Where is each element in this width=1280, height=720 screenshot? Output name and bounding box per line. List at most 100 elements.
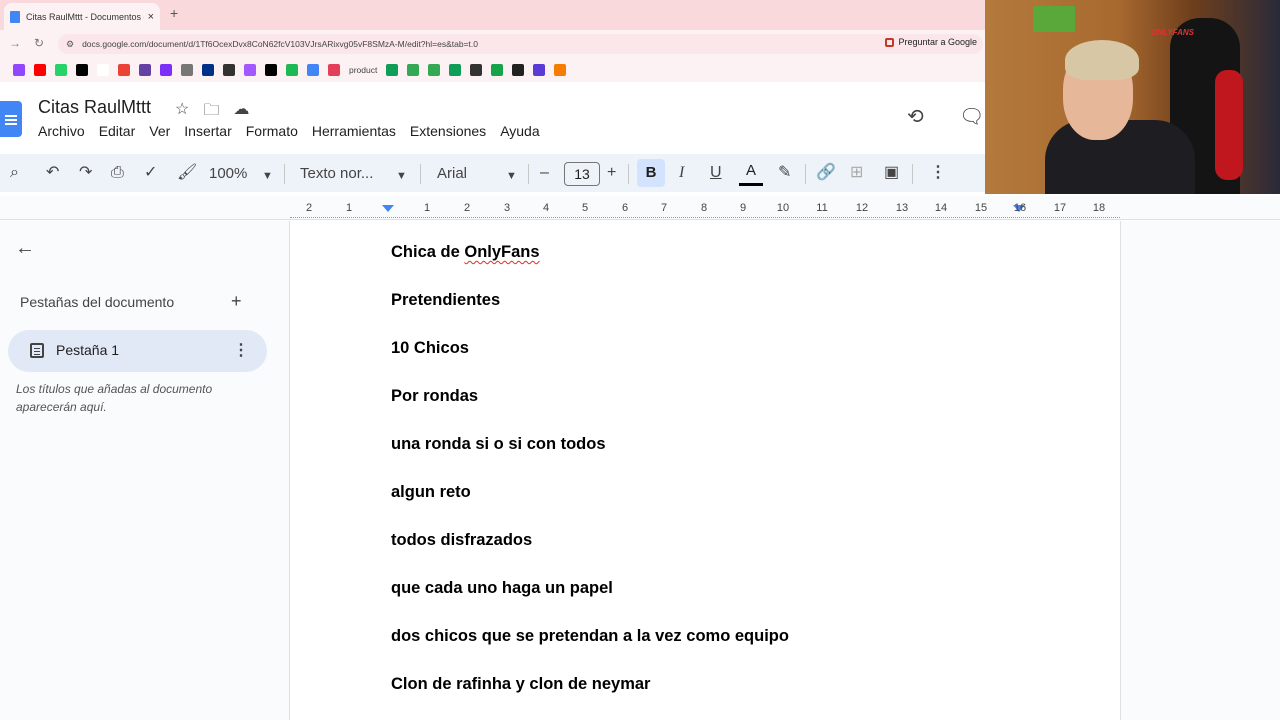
document-line[interactable]: algun reto — [391, 483, 789, 531]
menu-item-4[interactable]: Formato — [246, 123, 298, 139]
highlight-icon[interactable]: ✎ — [778, 164, 791, 182]
document-line[interactable]: dos chicos que se pretendan a la vez com… — [391, 627, 789, 675]
menu-item-0[interactable]: Archivo — [38, 123, 85, 139]
bookmark-icon[interactable] — [470, 64, 483, 76]
forward-icon[interactable]: → — [9, 36, 21, 50]
bookmark-icon[interactable] — [554, 64, 567, 76]
misspelled-word[interactable]: OnlyFans — [464, 243, 539, 261]
comments-icon[interactable]: 🗨 — [959, 104, 984, 129]
version-history-icon[interactable]: ⟲ — [907, 104, 924, 129]
bookmark-icon[interactable] — [328, 64, 340, 76]
bookmark-label[interactable]: product — [349, 65, 377, 75]
star-icon[interactable]: ☆ — [175, 99, 189, 126]
menu-item-5[interactable]: Herramientas — [312, 123, 396, 139]
new-tab-button[interactable]: + — [170, 5, 178, 21]
underline-button[interactable]: U — [710, 164, 722, 182]
toolbar: ⌕ ↶ ↷ ⎙ ✓ 🖌 100% ▼ Texto nor... ▼ Arial … — [0, 154, 985, 192]
document-line[interactable]: una ronda si o si con todos — [391, 435, 789, 483]
close-tab-icon[interactable]: × — [148, 11, 154, 23]
insert-image-icon[interactable]: ▣ — [884, 164, 899, 182]
bookmark-icon[interactable] — [202, 64, 214, 76]
document-page[interactable]: Chica de OnlyFans Pretendientes 10 Chicos… — [289, 221, 1121, 720]
bookmark-icon[interactable] — [223, 64, 235, 76]
bookmark-icon[interactable] — [181, 64, 193, 76]
add-comment-icon[interactable]: ⊞ — [850, 164, 863, 182]
docs-logo-icon[interactable] — [0, 101, 22, 137]
bookmark-icon[interactable] — [428, 64, 441, 76]
bookmark-icon[interactable] — [244, 64, 256, 76]
bookmark-icon[interactable] — [449, 64, 462, 76]
document-line[interactable]: 10 Chicos — [391, 339, 789, 387]
toolbar-divider — [284, 164, 285, 184]
bookmark-icon[interactable] — [55, 64, 67, 76]
font-size-input[interactable]: 13 — [564, 162, 600, 186]
menu-item-6[interactable]: Extensiones — [410, 123, 486, 139]
ask-google-button[interactable]: Preguntar a Google — [885, 37, 977, 47]
spellcheck-icon[interactable]: ✓ — [144, 164, 157, 182]
bookmark-icon[interactable] — [160, 64, 172, 76]
browser-tab[interactable]: Citas RaulMttt - Documentos de Google × — [4, 3, 160, 30]
bookmark-icon[interactable] — [139, 64, 151, 76]
style-select[interactable]: Texto nor... — [300, 165, 373, 182]
document-line[interactable]: Pretendientes — [391, 291, 789, 339]
search-menus-icon[interactable]: ⌕ — [10, 164, 19, 182]
document-tab-item[interactable]: Pestaña 1 ⋮ — [8, 330, 267, 372]
paint-format-icon[interactable]: 🖌 — [177, 164, 197, 182]
font-select[interactable]: Arial — [437, 165, 467, 182]
tab-options-icon[interactable]: ⋮ — [233, 340, 249, 360]
back-arrow-icon[interactable]: ← — [15, 237, 35, 260]
toolbar-divider — [528, 164, 529, 184]
bookmark-icon[interactable] — [76, 64, 88, 76]
reload-icon[interactable]: ↻ — [34, 36, 44, 50]
italic-button[interactable]: I — [679, 164, 684, 182]
bookmark-icon[interactable] — [118, 64, 130, 76]
bookmarks-bar: product — [0, 58, 985, 82]
document-title[interactable]: Citas RaulMttt — [38, 97, 151, 118]
decrease-font-size-button[interactable]: – — [540, 164, 549, 182]
bookmark-icon[interactable] — [533, 64, 546, 76]
bookmark-icon[interactable] — [386, 64, 399, 76]
bookmark-icon[interactable] — [34, 64, 46, 76]
cloud-saved-icon[interactable]: ☁ — [233, 99, 249, 126]
site-info-icon[interactable]: ⚙ — [66, 39, 74, 50]
style-dropdown-icon[interactable]: ▼ — [396, 167, 407, 185]
bookmark-icon[interactable] — [97, 64, 109, 76]
ruler-label: 12 — [855, 202, 869, 214]
document-line[interactable]: Chica de OnlyFans — [391, 243, 789, 291]
menu-item-2[interactable]: Ver — [149, 123, 170, 139]
menu-item-7[interactable]: Ayuda — [500, 123, 539, 139]
print-icon[interactable]: ⎙ — [111, 164, 124, 182]
document-body[interactable]: Chica de OnlyFans Pretendientes 10 Chicos… — [391, 243, 789, 720]
bookmark-icon[interactable] — [512, 64, 525, 76]
move-folder-icon[interactable]: 🗀 — [203, 99, 219, 126]
undo-icon[interactable]: ↶ — [46, 164, 59, 182]
ruler-label: 13 — [895, 202, 909, 214]
menu-item-3[interactable]: Insertar — [184, 123, 231, 139]
bookmark-icon[interactable] — [491, 64, 504, 76]
left-indent-marker[interactable] — [382, 205, 394, 212]
ruler[interactable]: 2 1 1 2 3 4 5 6 7 8 9 10 11 12 13 14 15 16 17 18 — [290, 196, 1120, 220]
redo-icon[interactable]: ↷ — [79, 164, 92, 182]
document-line[interactable]: Por rondas — [391, 387, 789, 435]
bookmark-icon[interactable] — [307, 64, 319, 76]
document-line[interactable]: todos disfrazados — [391, 531, 789, 579]
insert-link-icon[interactable]: 🔗 — [816, 164, 836, 182]
tab-title: Citas RaulMttt - Documentos de Google — [26, 11, 144, 22]
text-color-button[interactable]: A — [739, 162, 763, 186]
menu-item-1[interactable]: Editar — [99, 123, 136, 139]
more-options-icon[interactable]: ⋮ — [930, 164, 946, 182]
document-line[interactable]: que cada uno haga un papel — [391, 579, 789, 627]
bookmark-icon[interactable] — [13, 64, 25, 76]
bookmark-icon[interactable] — [286, 64, 298, 76]
zoom-select[interactable]: 100% — [209, 165, 247, 182]
bookmark-icon[interactable] — [407, 64, 420, 76]
url-bar[interactable]: ⚙ docs.google.com/document/d/1Tf6OcexDvx… — [58, 34, 983, 54]
document-line[interactable]: Clon de rafinha y clon de neymar — [391, 675, 789, 720]
font-dropdown-icon[interactable]: ▼ — [506, 167, 517, 185]
add-tab-button[interactable]: + — [231, 291, 242, 312]
bookmark-icon[interactable] — [265, 64, 277, 76]
bold-button[interactable]: B — [637, 159, 665, 187]
toolbar-divider — [420, 164, 421, 184]
zoom-dropdown-icon[interactable]: ▼ — [262, 167, 273, 185]
increase-font-size-button[interactable]: + — [607, 164, 616, 182]
